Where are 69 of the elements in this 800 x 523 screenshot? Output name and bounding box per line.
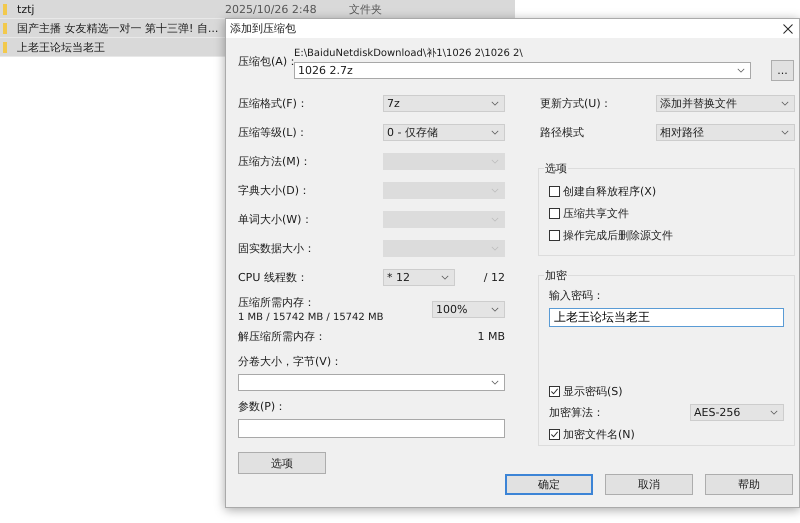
dropdown[interactable]: 1026 2.7z [294, 62, 751, 79]
field-label: 参数(P)： [238, 399, 288, 414]
chevron-down-icon [491, 217, 499, 222]
dropdown[interactable]: 添加并替换文件 [656, 95, 795, 112]
checkbox-label: 显示密码(S) [563, 384, 623, 398]
dropdown[interactable]: * 12 [383, 269, 455, 286]
group-title: 选项 [544, 161, 568, 176]
file-name: 上老王论坛当老王 [17, 40, 106, 54]
dropdown[interactable]: AES-256 [690, 404, 784, 421]
field-label: 压缩所需内存： [238, 295, 316, 310]
field-label: 路径模式 [540, 125, 585, 140]
chevron-down-icon [491, 188, 499, 193]
field-label: 压缩等级(L)： [238, 125, 309, 140]
field-label: 单词大小(W)： [238, 212, 314, 227]
field-label: CPU 线程数： [238, 270, 309, 285]
chevron-down-icon [770, 410, 778, 415]
dialog-button[interactable]: 确定 [505, 474, 593, 495]
field-label: 更新方式(U)： [540, 96, 613, 111]
file-date: 2025/10/26 2:48 [225, 2, 318, 16]
dialog-button[interactable]: 帮助 [705, 474, 793, 495]
file-type: 文件夹 [349, 2, 382, 16]
dropdown[interactable]: 7z [383, 95, 505, 112]
memory-usage: 1 MB / 15742 MB / 15742 MB [238, 312, 384, 323]
password-field[interactable]: 上老王论坛当老王 [549, 308, 784, 327]
folder-icon [3, 22, 7, 34]
group-title: 加密 [544, 268, 568, 283]
field-label: 分卷大小，字节(V)： [238, 354, 344, 369]
checkbox-label: 创建自释放程序(X) [563, 184, 656, 198]
checkbox-label: 操作完成后删除源文件 [563, 228, 673, 242]
chevron-down-icon [781, 130, 789, 135]
memory-value: 1 MB [477, 330, 505, 342]
archive-path: E:\BaiduNetdiskDownload\补1\1026 2\1026 2\ [294, 46, 524, 60]
window-title: 添加到压缩包 [230, 21, 296, 36]
field-label: 字典大小(D)： [238, 183, 312, 198]
chevron-down-icon [491, 159, 499, 164]
checkbox[interactable] [549, 386, 560, 396]
chevron-down-icon [737, 68, 745, 73]
options-button[interactable]: 选项 [238, 452, 326, 474]
dropdown[interactable]: 0 - 仅存储 [383, 124, 505, 141]
file-name: 国产主播 女友精选一对一 第十三弹! 自... [17, 20, 220, 36]
chevron-down-icon [441, 275, 449, 280]
close-icon[interactable] [783, 24, 793, 34]
dialog-button[interactable]: 取消 [605, 474, 693, 495]
chevron-down-icon [781, 101, 789, 106]
checkbox-label: 压缩共享文件 [563, 206, 629, 220]
checkbox[interactable] [549, 186, 560, 196]
chevron-down-icon [491, 306, 499, 312]
field-label: 压缩格式(F)： [238, 96, 309, 111]
browse-button[interactable]: ... [771, 60, 794, 81]
thread-max: / 12 [484, 271, 505, 284]
chevron-down-icon [491, 380, 499, 385]
field-label: 加密算法： [549, 405, 604, 420]
chevron-down-icon [491, 130, 499, 135]
parameters-field[interactable] [238, 419, 505, 438]
checkbox[interactable] [549, 230, 560, 240]
field-label: 压缩方法(M)： [238, 154, 312, 169]
field-label: 输入密码： [549, 288, 605, 303]
file-name: tztj [17, 2, 36, 16]
folder-icon [3, 42, 7, 52]
checkbox[interactable] [549, 428, 560, 440]
dropdown[interactable]: 100% [432, 300, 505, 318]
field-label: 固实数据大小： [238, 241, 316, 256]
chevron-down-icon [491, 246, 499, 251]
checkbox-label: 加密文件名(N) [563, 426, 635, 442]
dropdown[interactable]: 相对路径 [656, 124, 795, 141]
chevron-down-icon [491, 101, 499, 106]
checkbox[interactable] [549, 208, 560, 218]
field-label: 解压缩所需内存： [238, 328, 326, 344]
folder-icon [3, 4, 7, 14]
